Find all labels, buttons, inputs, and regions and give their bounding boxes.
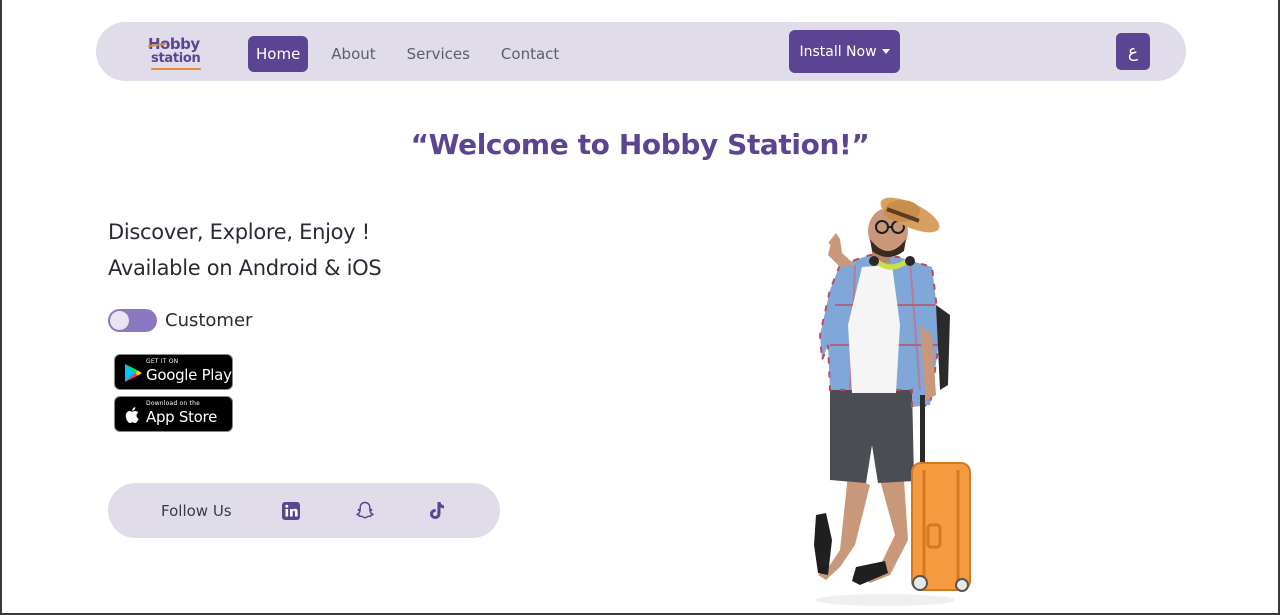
google-play-badge[interactable]: GET IT ON Google Play — [114, 354, 233, 390]
nav-link-home[interactable]: Home — [248, 36, 309, 72]
app-store-small-text: Download on the — [146, 400, 200, 407]
google-play-icon — [125, 364, 142, 382]
logo[interactable]: Hobby station — [147, 35, 206, 70]
tagline-availability: Available on Android & iOS — [108, 256, 382, 280]
toggle-knob — [110, 311, 129, 330]
install-now-label: Install Now — [799, 43, 877, 60]
apple-icon — [125, 407, 139, 423]
google-play-small-text: GET IT ON — [146, 358, 179, 365]
tagline-discover: Discover, Explore, Enjoy ! — [108, 220, 370, 244]
toggle-label: Customer — [165, 310, 253, 331]
customer-toggle[interactable] — [108, 309, 157, 332]
traveler-illustration — [814, 197, 971, 606]
linkedin-icon[interactable] — [280, 500, 302, 522]
language-switch-button[interactable]: ع — [1116, 33, 1150, 70]
nav-links: Home About Services Contact — [248, 36, 590, 72]
tiktok-icon[interactable] — [425, 500, 447, 522]
navbar: Hobby station Home About Services Contac… — [96, 22, 1186, 81]
google-play-big-text: Google Play — [146, 366, 232, 384]
follow-us-label: Follow Us — [161, 502, 232, 520]
snapchat-icon[interactable] — [354, 500, 376, 522]
language-switch-label: ع — [1127, 41, 1139, 62]
logo-underline — [151, 68, 201, 70]
install-now-button[interactable]: Install Now — [789, 30, 900, 73]
nav-link-services[interactable]: Services — [407, 36, 470, 72]
caret-down-icon — [881, 49, 890, 54]
window-edge-left — [0, 0, 2, 615]
nav-link-about[interactable]: About — [331, 36, 375, 72]
nav-link-contact[interactable]: Contact — [501, 36, 559, 72]
logo-text-line2: station — [151, 51, 201, 66]
welcome-heading: “Welcome to Hobby Station!” — [410, 128, 870, 161]
follow-us-bar: Follow Us — [108, 483, 500, 538]
app-store-badge[interactable]: Download on the App Store — [114, 396, 233, 432]
app-store-big-text: App Store — [146, 408, 218, 426]
